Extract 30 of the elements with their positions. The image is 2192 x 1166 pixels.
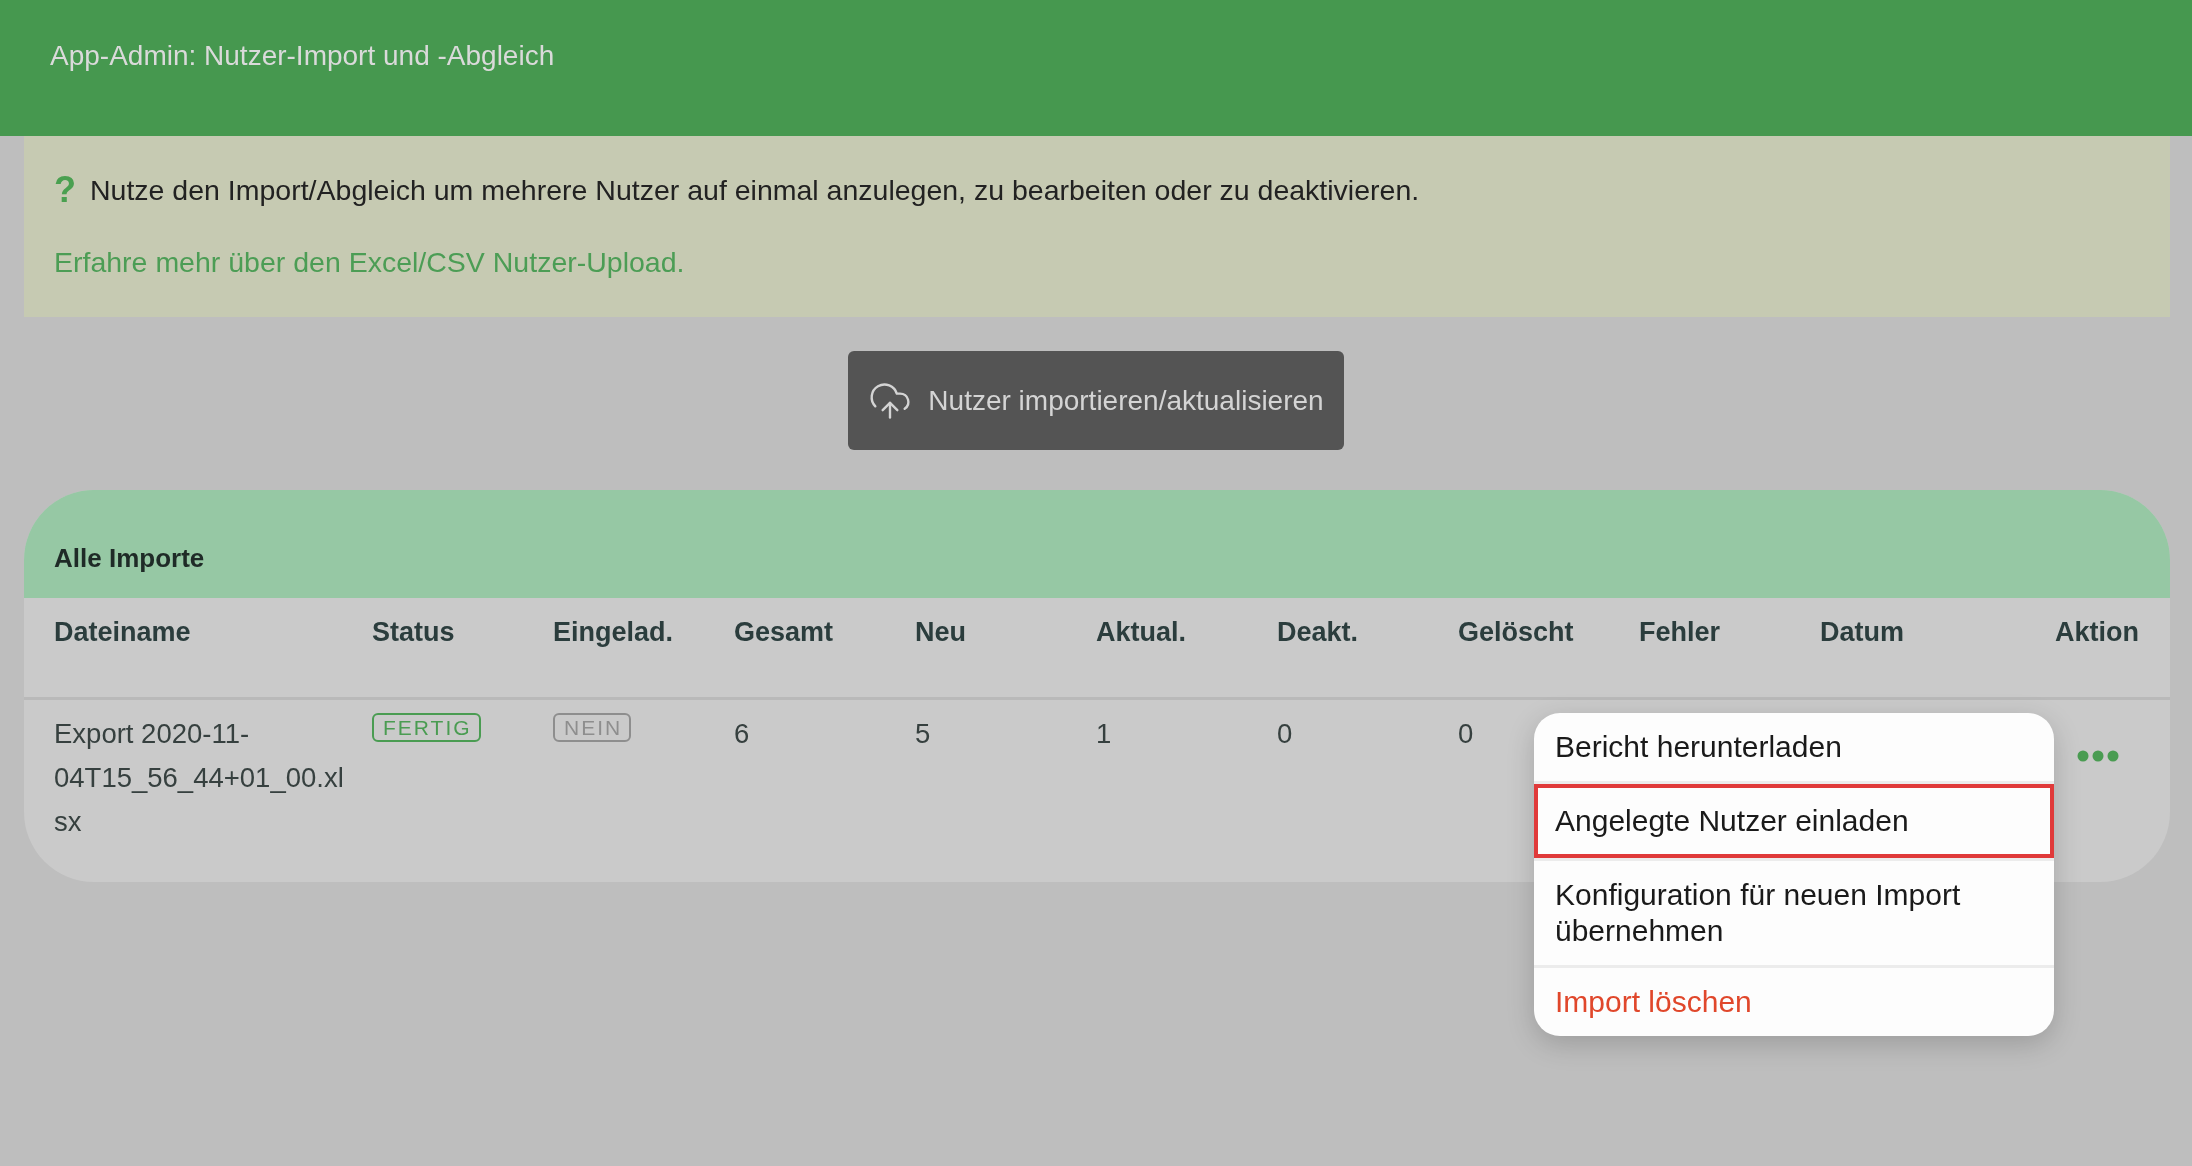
column-header: Deakt. [1277,617,1359,647]
column-header: Gelöscht [1458,617,1574,647]
import-button[interactable]: Nutzer importieren/aktualisieren [848,351,1344,450]
column-header: Datum [1820,617,1904,647]
column-header: Neu [915,617,966,647]
column-header: Aktual. [1096,617,1187,647]
ellipsis-icon [2077,750,2119,762]
status-badge: NEIN [553,713,632,742]
question-mark-icon: ? [54,170,76,210]
file-name: Export 2020-11-04T15_56_44+01_00.xlsx [54,717,345,839]
column-header: Aktion [2055,617,2139,647]
page-title: App-Admin: Nutzer-Import und -Abgleich [50,39,555,73]
info-text: Nutze den Import/Abgleich um mehrere Nutzer auf einmal anzulegen, zu bearbeiten oder zu deaktivieren. [90,173,1420,208]
card-title: Alle Importe [54,542,205,575]
menu-item[interactable]: Konfiguration für neuen Import übernehmen [1534,861,2054,968]
table-cell-text: 0 [1277,717,1293,751]
column-header: Eingelad. [553,617,674,647]
more-button[interactable] [2077,750,2119,762]
column-header: Gesamt [734,617,834,647]
column-header: Status [372,617,455,647]
menu-item[interactable]: Angelegte Nutzer einladen [1534,784,2054,861]
column-header: Fehler [1639,617,1721,647]
status-badge: FERTIG [372,713,481,742]
table-cell-text: 6 [734,717,750,751]
table-cell-text: 5 [915,717,931,751]
table-cell-text: 1 [1096,717,1112,751]
table-cell-text: 0 [1458,717,1474,751]
menu-item[interactable]: Bericht herunterladen [1534,713,2054,784]
menu-item[interactable]: Import löschen [1534,968,2054,1036]
column-header: Dateiname [54,617,191,647]
